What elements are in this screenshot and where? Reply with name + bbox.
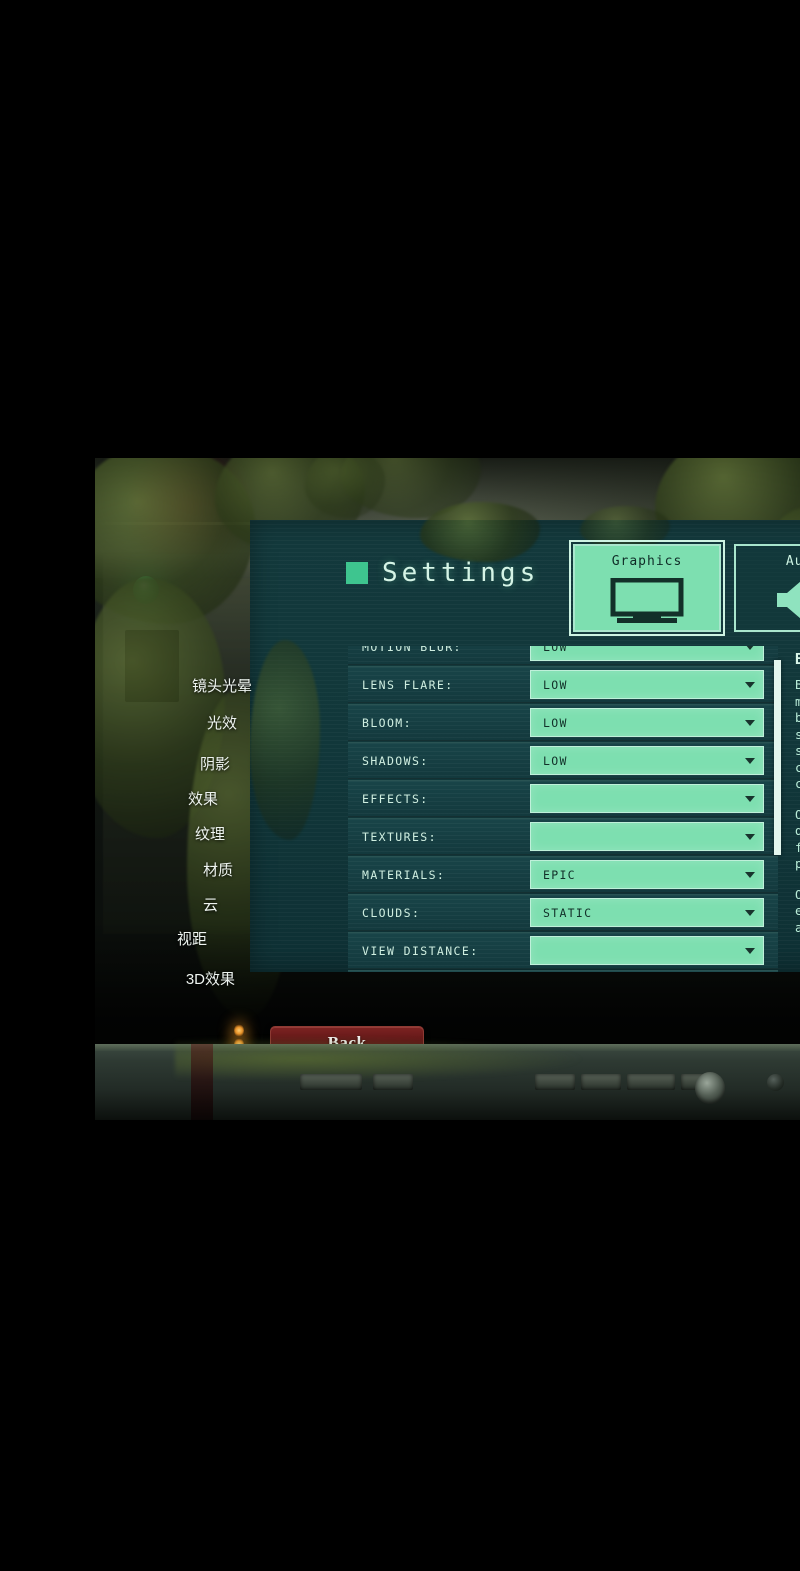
row-label: LENS FLARE:: [362, 677, 454, 692]
overlay-label-3d-resolution: 3D效果: [185, 971, 235, 988]
dropdown-effects[interactable]: [530, 784, 764, 813]
page-title: Settings: [346, 558, 539, 588]
row-label: MOTION BLUR:: [362, 646, 462, 654]
dropdown-value: STATIC: [543, 905, 593, 920]
settings-row-3d-resolution[interactable]: 3D RESOLUTION: 100: [348, 970, 778, 972]
dropdown-view-distance[interactable]: [530, 936, 764, 965]
page-title-label: Settings: [382, 558, 540, 588]
speaker-icon: [777, 581, 800, 619]
settings-row-bloom[interactable]: BLOOM: LOW: [348, 704, 778, 741]
dropdown-value: LOW: [543, 646, 568, 654]
row-label: SHADOWS:: [362, 753, 429, 768]
settings-list[interactable]: MOTION BLUR: LOW LENS FLARE: LOW BLOOM: …: [348, 646, 778, 972]
dropdown-lens-flare[interactable]: LOW: [530, 670, 764, 699]
dropdown-value: LOW: [543, 715, 568, 730]
description-title: BLOOM:: [795, 650, 800, 668]
console-dark-column: [191, 1044, 213, 1120]
settings-row-materials[interactable]: MATERIALS: EPIC: [348, 856, 778, 893]
chevron-down-icon: [745, 795, 755, 802]
settings-row-view-distance[interactable]: VIEW DISTANCE:: [348, 932, 778, 969]
overlay-label-materials: 材质: [202, 862, 233, 879]
chevron-down-icon: [745, 757, 755, 764]
chevron-down-icon: [745, 871, 755, 878]
overlay-label-textures: 纹理: [194, 826, 225, 843]
overlay-label-effects: 效果: [187, 791, 218, 808]
chevron-down-icon: [745, 947, 755, 954]
row-label: TEXTURES:: [362, 829, 437, 844]
settings-row-shadows[interactable]: SHADOWS: LOW: [348, 742, 778, 779]
console-vent: [581, 1074, 621, 1090]
console-vent: [373, 1074, 413, 1090]
description-paragraph: Off: The glow effect is disabled, leadin…: [795, 806, 800, 872]
monitor-icon: [610, 578, 684, 623]
overlay-label-shadows: 阴影: [199, 756, 230, 773]
description-panel: BLOOM: Bloom is a lighting effect that m…: [795, 650, 800, 968]
console-dial: [695, 1072, 725, 1104]
chevron-down-icon: [745, 646, 755, 650]
chevron-down-icon: [745, 909, 755, 916]
vine-overlay: [250, 640, 320, 840]
tab-audio[interactable]: Audio: [734, 544, 800, 632]
dropdown-materials[interactable]: EPIC: [530, 860, 764, 889]
row-label: MATERIALS:: [362, 867, 446, 882]
settings-row-effects[interactable]: EFFECTS:: [348, 780, 778, 817]
dropdown-shadows[interactable]: LOW: [530, 746, 764, 775]
tab-audio-label: Audio: [785, 554, 800, 569]
row-label: VIEW DISTANCE:: [362, 943, 479, 958]
settings-row-lens-flare[interactable]: LENS FLARE: LOW: [348, 666, 778, 703]
dropdown-value: LOW: [543, 753, 568, 768]
row-label: BLOOM:: [362, 715, 412, 730]
overlay-label-view-distance: 视距: [176, 931, 207, 948]
dropdown-bloom[interactable]: LOW: [530, 708, 764, 737]
dropdown-motion-blur[interactable]: LOW: [530, 646, 764, 661]
chevron-down-icon: [745, 681, 755, 688]
settings-row-textures[interactable]: TEXTURES:: [348, 818, 778, 855]
console-panel: [95, 1036, 800, 1120]
console-vent: [535, 1074, 575, 1090]
settings-scrollbar[interactable]: [774, 660, 781, 960]
console-vent: [627, 1074, 675, 1090]
row-label: CLOUDS:: [362, 905, 421, 920]
chevron-down-icon: [745, 719, 755, 726]
console-vent: [300, 1074, 362, 1090]
settings-board: Settings Graphics Audio: [250, 502, 800, 972]
tab-graphics-label: Graphics: [611, 554, 683, 569]
description-paragraph: On: The bright light sources emit a soft…: [795, 886, 800, 935]
overlay-label-bloom: 光效: [206, 715, 237, 732]
description-paragraph: Bloom is a lighting effect that makes br…: [795, 677, 800, 791]
dropdown-value: LOW: [543, 677, 568, 692]
overlay-label-lens-flare: 镜头光晕: [191, 678, 252, 695]
dropdown-value: EPIC: [543, 867, 576, 882]
row-label: EFFECTS:: [362, 791, 429, 806]
settings-row-motion-blur[interactable]: MOTION BLUR: LOW: [348, 646, 778, 665]
screenshot-root: Settings Graphics Audio: [0, 0, 800, 1571]
console-rivet: [767, 1074, 784, 1091]
title-square-icon: [346, 562, 368, 584]
dropdown-textures[interactable]: [530, 822, 764, 851]
dropdown-clouds[interactable]: STATIC: [530, 898, 764, 927]
chevron-down-icon: [745, 833, 755, 840]
settings-row-clouds[interactable]: CLOUDS: STATIC: [348, 894, 778, 931]
overlay-label-clouds: 云: [202, 897, 218, 914]
board-header: Settings Graphics Audio: [250, 520, 800, 636]
scrollbar-thumb[interactable]: [774, 660, 781, 855]
tab-graphics[interactable]: Graphics: [569, 540, 725, 636]
